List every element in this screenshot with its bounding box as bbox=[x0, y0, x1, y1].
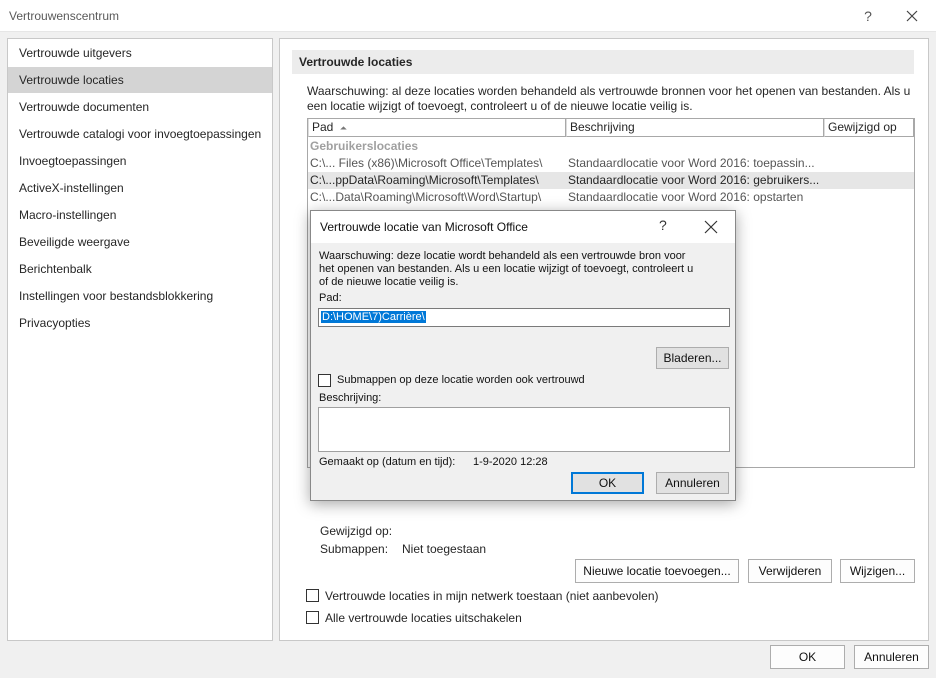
sidebar-item-trusted-documents[interactable]: Vertrouwde documenten bbox=[8, 94, 272, 120]
window-title: Vertrouwenscentrum bbox=[9, 9, 120, 23]
subfolders-checkbox[interactable] bbox=[318, 374, 331, 387]
dialog-close-icon[interactable] bbox=[703, 219, 719, 235]
warning-line-2: een locatie wijzigt of toevoegt, control… bbox=[307, 99, 693, 113]
table-row-selected[interactable]: C:\...ppData\Roaming\Microsoft\Templates… bbox=[308, 172, 914, 189]
cancel-button[interactable]: Annuleren bbox=[854, 645, 929, 669]
trusted-location-dialog: Vertrouwde locatie van Microsoft Office … bbox=[310, 210, 736, 501]
close-icon[interactable] bbox=[902, 6, 922, 26]
browse-button[interactable]: Bladeren... bbox=[656, 347, 729, 369]
sidebar-nav: Vertrouwde uitgevers Vertrouwde locaties… bbox=[7, 38, 273, 641]
warning-text: Waarschuwing: al deze locaties worden be… bbox=[307, 84, 913, 114]
created-value: 1-9-2020 12:28 bbox=[473, 456, 548, 468]
sidebar-item-activex[interactable]: ActiveX-instellingen bbox=[8, 175, 272, 201]
column-header-modified[interactable]: Gewijzigd op bbox=[824, 119, 914, 137]
row-path: C:\...Data\Roaming\Microsoft\Word\Startu… bbox=[310, 190, 542, 204]
subfolders-value: Niet toegestaan bbox=[402, 542, 487, 556]
sidebar-item-privacy[interactable]: Privacyopties bbox=[8, 310, 272, 336]
sidebar-item-trusted-addin-catalogs[interactable]: Vertrouwde catalogi voor invoegtoepassin… bbox=[8, 121, 272, 147]
sidebar-item-message-bar[interactable]: Berichtenbalk bbox=[8, 256, 272, 282]
disable-all-checkbox[interactable] bbox=[306, 611, 319, 624]
table-row[interactable]: C:\... Files (x86)\Microsoft Office\Temp… bbox=[308, 155, 914, 172]
sidebar-item-trusted-publishers[interactable]: Vertrouwde uitgevers bbox=[8, 40, 272, 66]
ok-button[interactable]: OK bbox=[770, 645, 845, 669]
subfolders-checkbox-label: Submappen op deze locatie worden ook ver… bbox=[337, 374, 585, 386]
sort-ascending-icon: ⏶ bbox=[339, 123, 347, 133]
sidebar-item-protected-view[interactable]: Beveiligde weergave bbox=[8, 229, 272, 255]
row-description: Standaardlocatie voor Word 2016: opstart… bbox=[568, 190, 804, 204]
allow-network-label: Vertrouwde locaties in mijn netwerk toes… bbox=[325, 589, 659, 603]
help-button[interactable]: ? bbox=[858, 6, 878, 26]
description-input[interactable] bbox=[318, 407, 730, 452]
dialog-warning-line-2: het openen van bestanden. Als u een loca… bbox=[319, 263, 694, 275]
title-bar: Vertrouwenscentrum ? bbox=[0, 0, 936, 32]
section-header: Vertrouwde locaties bbox=[292, 50, 914, 74]
row-description: Standaardlocatie voor Word 2016: gebruik… bbox=[568, 173, 820, 187]
created-label: Gemaakt op (datum en tijd): bbox=[319, 456, 456, 468]
remove-button[interactable]: Verwijderen bbox=[748, 559, 832, 583]
sidebar-item-addins[interactable]: Invoegtoepassingen bbox=[8, 148, 272, 174]
dialog-help-button[interactable]: ? bbox=[659, 217, 667, 233]
disable-all-label: Alle vertrouwde locaties uitschakelen bbox=[325, 611, 522, 625]
column-header-path[interactable]: Pad ⏶ bbox=[308, 119, 566, 137]
dialog-title: Vertrouwde locatie van Microsoft Office bbox=[320, 220, 528, 234]
path-label: Pad: bbox=[319, 292, 342, 304]
modified-label: Gewijzigd op: bbox=[320, 524, 393, 538]
dialog-warning-line-3: of de nieuwe locatie veilig is. bbox=[319, 276, 459, 288]
column-path-label: Pad bbox=[312, 120, 334, 134]
subfolders-label: Submappen: bbox=[320, 542, 389, 556]
warning-line-1: Waarschuwing: al deze locaties worden be… bbox=[307, 84, 911, 98]
row-description: Standaardlocatie voor Word 2016: toepass… bbox=[568, 156, 815, 170]
sidebar-item-file-block[interactable]: Instellingen voor bestandsblokkering bbox=[8, 283, 272, 309]
path-input[interactable]: D:\HOME\7)Carrière\ bbox=[318, 308, 730, 327]
row-path: C:\...ppData\Roaming\Microsoft\Templates… bbox=[310, 173, 539, 187]
dialog-cancel-button[interactable]: Annuleren bbox=[656, 472, 729, 494]
dialog-ok-button[interactable]: OK bbox=[571, 472, 644, 494]
add-location-button[interactable]: Nieuwe locatie toevoegen... bbox=[575, 559, 739, 583]
row-path: C:\... Files (x86)\Microsoft Office\Temp… bbox=[310, 156, 543, 170]
allow-network-checkbox[interactable] bbox=[306, 589, 319, 602]
group-header-user-locations: Gebruikerslocaties bbox=[310, 139, 419, 153]
dialog-title-bar: Vertrouwde locatie van Microsoft Office … bbox=[311, 211, 735, 243]
sidebar-item-trusted-locations[interactable]: Vertrouwde locaties bbox=[8, 67, 272, 93]
modify-button[interactable]: Wijzigen... bbox=[840, 559, 915, 583]
table-row[interactable]: C:\...Data\Roaming\Microsoft\Word\Startu… bbox=[308, 189, 914, 206]
sidebar-item-macro[interactable]: Macro-instellingen bbox=[8, 202, 272, 228]
dialog-warning-line-1: Waarschuwing: deze locatie wordt behande… bbox=[319, 250, 686, 262]
column-header-description[interactable]: Beschrijving bbox=[566, 119, 824, 137]
description-label: Beschrijving: bbox=[319, 392, 382, 404]
path-input-value: D:\HOME\7)Carrière\ bbox=[321, 311, 426, 323]
